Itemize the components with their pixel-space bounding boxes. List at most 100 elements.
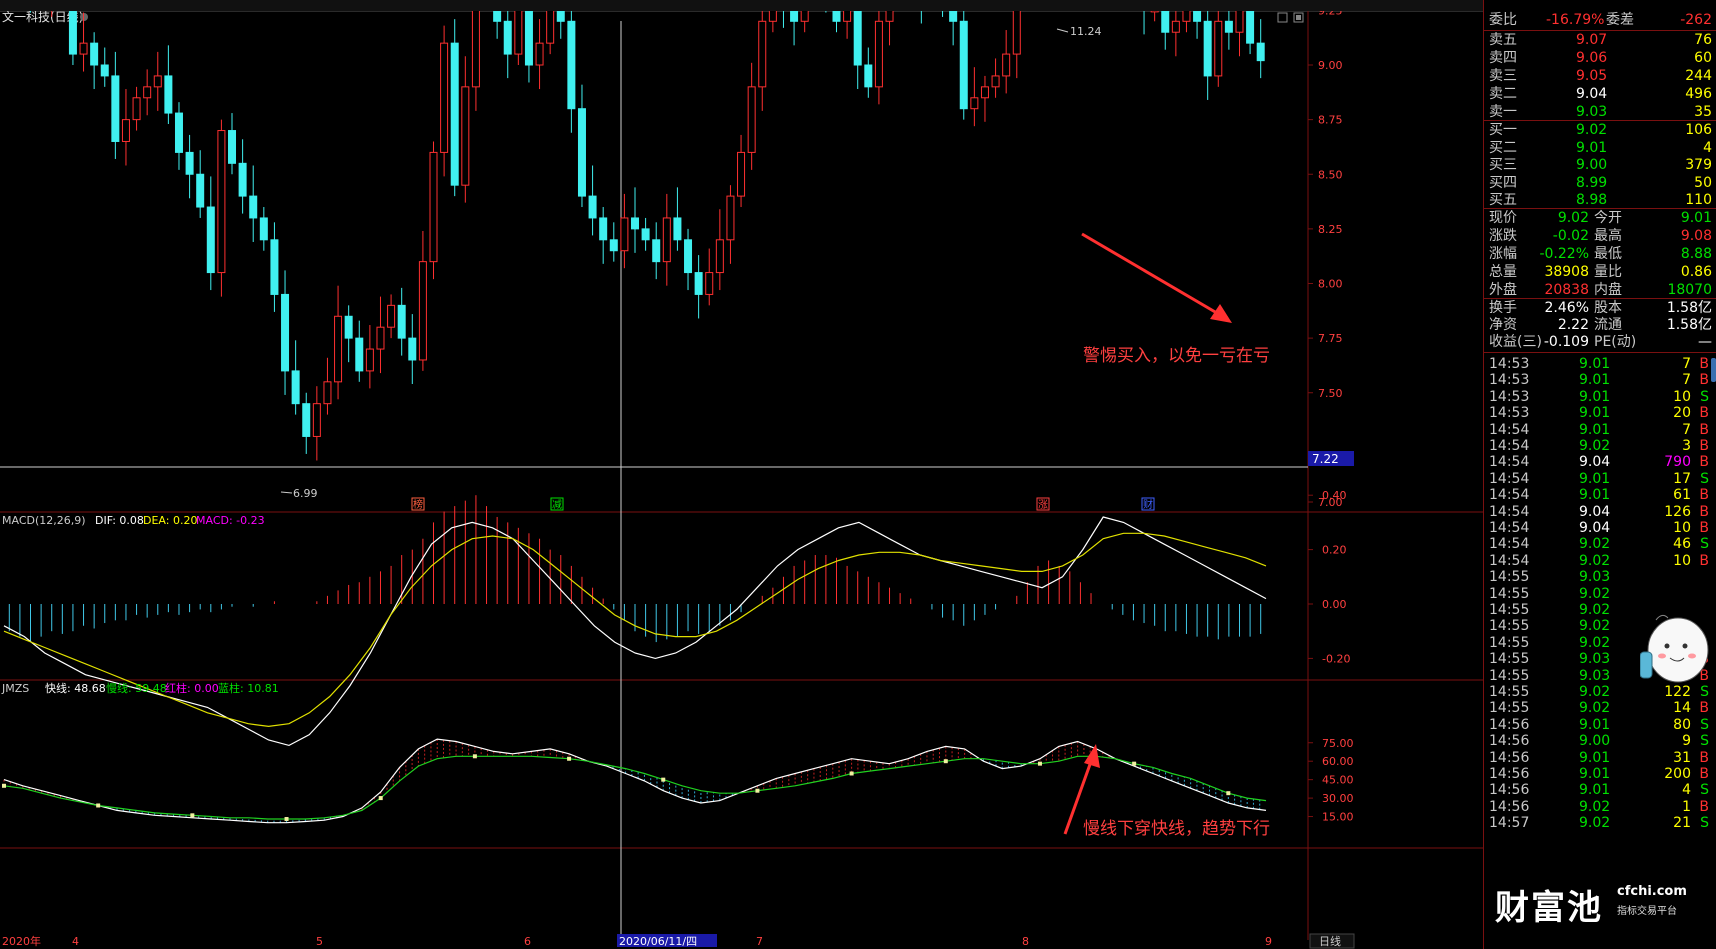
bid-volume: 110: [1685, 192, 1712, 208]
tick-volume: 10: [1673, 520, 1691, 536]
jmzs-marker: [378, 796, 383, 801]
jmzs-marker: [96, 803, 101, 808]
tick-time: 14:55: [1489, 602, 1530, 618]
macd-value-label: MACD: -0.23: [196, 514, 265, 527]
tick-price: 9.04: [1579, 503, 1611, 520]
candle-body: [1012, 11, 1021, 55]
kline-chart-area[interactable]: 文一科技(日线) 7.22 11.0010.7510.5010.2510.009…: [0, 11, 1483, 949]
date-label-5: 5: [316, 935, 323, 948]
tick-price: 9.03: [1579, 569, 1611, 586]
candle-body: [800, 11, 809, 22]
event-badge[interactable]: 财: [1143, 498, 1153, 511]
jmzs-marker: [190, 813, 195, 818]
price-tick-label: 8.50: [1318, 168, 1343, 181]
ask-label: 卖五: [1489, 32, 1517, 48]
tick-volume: 7: [1682, 356, 1691, 372]
macd-tick-label: -0.20: [1322, 652, 1350, 665]
tick-row: 14:53 9.01 10 S: [1484, 388, 1716, 406]
period-button[interactable]: 日线: [1319, 934, 1341, 948]
tick-side: B: [1699, 405, 1709, 422]
candle-body: [461, 86, 470, 186]
jmzs-tick-label: 15.00: [1322, 811, 1354, 824]
jmzs-blue-label: 蓝柱: 10.81: [218, 681, 279, 695]
candle-body: [843, 11, 852, 22]
bid-row: 买一 9.02 106: [1484, 121, 1716, 139]
candle-body: [238, 162, 247, 197]
bid-row: 买四 8.99 50: [1484, 174, 1716, 192]
tick-volume: 126: [1664, 503, 1691, 520]
event-badge[interactable]: 减: [552, 499, 562, 511]
tick-row: 14:53 9.01 20 B: [1484, 404, 1716, 422]
tick-time: 14:53: [1489, 372, 1530, 389]
tick-time: 14:54: [1489, 438, 1530, 454]
price-tick-label: 7.50: [1318, 387, 1343, 400]
tick-scrollbar[interactable]: [1711, 358, 1716, 382]
ask-volume: 244: [1685, 68, 1712, 84]
ask-label: 卖一: [1489, 104, 1517, 120]
jmzs-tick-label: 30.00: [1322, 792, 1354, 805]
tick-row: 14:56 9.01 80 S: [1484, 716, 1716, 734]
candle-body: [185, 151, 194, 175]
tick-price: 9.01: [1579, 388, 1611, 405]
tick-side: S: [1700, 716, 1709, 733]
price-tick-label: 8.00: [1318, 278, 1343, 291]
date-label-6: 6: [524, 935, 531, 948]
bid-label: 买四: [1489, 174, 1517, 191]
tick-side: S: [1700, 388, 1709, 405]
jmzs-marker: [661, 777, 666, 782]
bid-price: 8.99: [1576, 174, 1608, 191]
candle-body: [737, 151, 746, 197]
tick-side: S: [1700, 782, 1709, 799]
tick-price: 9.02: [1579, 815, 1611, 832]
candle-body: [344, 315, 353, 339]
ask-row: 卖五 9.07 76: [1484, 31, 1716, 49]
stat2-row: 收益(三) -0.109 PE(动) —: [1484, 333, 1716, 351]
candle-body: [90, 42, 99, 66]
candle-body: [991, 75, 1000, 88]
tick-price: 9.02: [1579, 684, 1611, 700]
tick-side: B: [1699, 356, 1709, 372]
bid-label: 买三: [1489, 157, 1517, 173]
candle-body: [228, 130, 237, 164]
tick-volume: 20: [1673, 405, 1691, 422]
low-marker: 6.99: [280, 487, 318, 500]
candle-body: [694, 272, 703, 295]
tick-volume: 80: [1673, 716, 1691, 733]
pane-settings-icon[interactable]: [1277, 12, 1288, 23]
candle-body: [270, 239, 279, 295]
candle-body: [853, 11, 862, 66]
bid-row: 买三 9.00 379: [1484, 156, 1716, 174]
diff-label: 委差: [1606, 12, 1634, 28]
candle-body: [1203, 20, 1212, 77]
tick-side: B: [1699, 749, 1709, 766]
ask-price: 9.05: [1576, 68, 1608, 84]
price-tick-label: 9.25: [1318, 11, 1343, 17]
candle-body: [217, 130, 226, 274]
candle-body: [1150, 11, 1159, 13]
candle-body: [355, 337, 364, 372]
jmzs-marker: [1132, 761, 1137, 766]
date-label-cursor: 2020/06/11/四: [619, 935, 697, 948]
low-label: 6.99: [293, 487, 318, 500]
candle-body: [673, 217, 682, 241]
bid-price: 9.01: [1576, 139, 1608, 156]
event-badge[interactable]: 涨: [1038, 499, 1048, 511]
stat-row: 总量 38908 量比 0.86: [1484, 263, 1716, 281]
tick-side: B: [1699, 421, 1709, 438]
price-tick-label: 8.75: [1318, 114, 1343, 127]
jmzs-marker: [755, 788, 760, 793]
tick-side: B: [1699, 552, 1709, 569]
ask-price: 9.03: [1576, 104, 1608, 120]
event-badge[interactable]: 榜: [413, 498, 423, 511]
order-ratio-row: 委比 -16.79% 委差 -262: [1484, 11, 1716, 29]
stat2-value: -0.109: [1543, 334, 1589, 350]
tick-row: 14:56 9.00 9 S: [1484, 732, 1716, 750]
pane-toggle-icon[interactable]: [1293, 12, 1304, 23]
ask-price: 9.06: [1576, 50, 1608, 66]
candle-body: [68, 11, 77, 55]
tick-volume: 46: [1673, 536, 1691, 553]
tick-price: 9.02: [1579, 536, 1611, 553]
tick-volume: 7: [1682, 372, 1691, 389]
tick-row: 14:54 9.02 3 B: [1484, 437, 1716, 455]
tick-volume: 9: [1682, 733, 1691, 750]
